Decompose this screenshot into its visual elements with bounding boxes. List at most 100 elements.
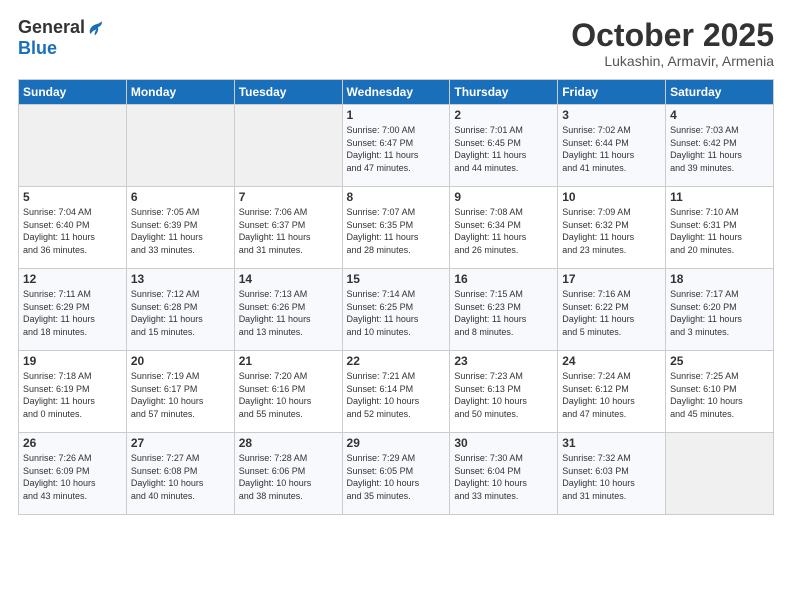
table-row: 1 Sunrise: 7:00 AM Sunset: 6:47 PM Daylig… [342,105,450,187]
day-info: Sunrise: 7:12 AM Sunset: 6:28 PM Dayligh… [131,288,230,338]
day-number: 18 [670,272,769,286]
day-number: 21 [239,354,338,368]
day-info: Sunrise: 7:29 AM Sunset: 6:05 PM Dayligh… [347,452,446,502]
day-info: Sunrise: 7:23 AM Sunset: 6:13 PM Dayligh… [454,370,553,420]
table-row: 25 Sunrise: 7:25 AM Sunset: 6:10 PM Dayli… [666,351,774,433]
col-wednesday: Wednesday [342,80,450,105]
table-row: 6 Sunrise: 7:05 AM Sunset: 6:39 PM Daylig… [126,187,234,269]
day-info: Sunrise: 7:21 AM Sunset: 6:14 PM Dayligh… [347,370,446,420]
table-row: 7Sunrise: 7:06 AM Sunset: 6:37 PM Daylig… [234,187,342,269]
calendar-page: General Blue October 2025 Lukashin, Arma… [0,0,792,612]
table-row: 4 Sunrise: 7:03 AM Sunset: 6:42 PM Daylig… [666,105,774,187]
day-number: 19 [23,354,122,368]
day-info: Sunrise: 7:04 AM Sunset: 6:40 PM Dayligh… [23,206,122,256]
day-info: Sunrise: 7:24 AM Sunset: 6:12 PM Dayligh… [562,370,661,420]
table-row: 12Sunrise: 7:11 AM Sunset: 6:29 PM Dayli… [19,269,127,351]
day-number: 13 [131,272,230,286]
day-info: Sunrise: 7:07 AM Sunset: 6:35 PM Dayligh… [347,206,446,256]
day-number: 6 [131,190,230,204]
day-info: Sunrise: 7:17 AM Sunset: 6:20 PM Dayligh… [670,288,769,338]
day-number: 29 [347,436,446,450]
col-friday: Friday [558,80,666,105]
table-row: 20 Sunrise: 7:19 AM Sunset: 6:17 PM Dayli… [126,351,234,433]
table-row: 11 Sunrise: 7:10 AM Sunset: 6:31 PM Dayli… [666,187,774,269]
day-number: 4 [670,108,769,122]
logo: General Blue [18,18,104,59]
day-info: Sunrise: 7:10 AM Sunset: 6:31 PM Dayligh… [670,206,769,256]
table-row: 28 Sunrise: 7:28 AM Sunset: 6:06 PM Dayli… [234,433,342,515]
calendar-table: Sunday Monday Tuesday Wednesday Thursday… [18,79,774,515]
day-info: Sunrise: 7:05 AM Sunset: 6:39 PM Dayligh… [131,206,230,256]
day-number: 26 [23,436,122,450]
day-info: Sunrise: 7:15 AM Sunset: 6:23 PM Dayligh… [454,288,553,338]
col-sunday: Sunday [19,80,127,105]
day-number: 28 [239,436,338,450]
table-row: 21Sunrise: 7:20 AM Sunset: 6:16 PM Dayli… [234,351,342,433]
day-info: Sunrise: 7:03 AM Sunset: 6:42 PM Dayligh… [670,124,769,174]
col-monday: Monday [126,80,234,105]
day-info: Sunrise: 7:00 AM Sunset: 6:47 PM Dayligh… [347,124,446,174]
table-row: 29 Sunrise: 7:29 AM Sunset: 6:05 PM Dayli… [342,433,450,515]
table-row [126,105,234,187]
table-row: 27 Sunrise: 7:27 AM Sunset: 6:08 PM Dayli… [126,433,234,515]
col-thursday: Thursday [450,80,558,105]
day-info: Sunrise: 7:16 AM Sunset: 6:22 PM Dayligh… [562,288,661,338]
logo-text: General Blue [18,18,104,59]
day-number: 7 [239,190,338,204]
day-number: 20 [131,354,230,368]
day-info: Sunrise: 7:19 AM Sunset: 6:17 PM Dayligh… [131,370,230,420]
day-info: Sunrise: 7:25 AM Sunset: 6:10 PM Dayligh… [670,370,769,420]
table-row: 18 Sunrise: 7:17 AM Sunset: 6:20 PM Dayli… [666,269,774,351]
calendar-week-row: 5 Sunrise: 7:04 AM Sunset: 6:40 PM Daylig… [19,187,774,269]
calendar-week-row: 12Sunrise: 7:11 AM Sunset: 6:29 PM Dayli… [19,269,774,351]
day-number: 27 [131,436,230,450]
table-row: 8 Sunrise: 7:07 AM Sunset: 6:35 PM Daylig… [342,187,450,269]
table-row: 16 Sunrise: 7:15 AM Sunset: 6:23 PM Dayli… [450,269,558,351]
day-number: 16 [454,272,553,286]
table-row: 31Sunrise: 7:32 AM Sunset: 6:03 PM Dayli… [558,433,666,515]
day-info: Sunrise: 7:01 AM Sunset: 6:45 PM Dayligh… [454,124,553,174]
day-info: Sunrise: 7:02 AM Sunset: 6:44 PM Dayligh… [562,124,661,174]
day-info: Sunrise: 7:28 AM Sunset: 6:06 PM Dayligh… [239,452,338,502]
calendar-week-row: 1 Sunrise: 7:00 AM Sunset: 6:47 PM Daylig… [19,105,774,187]
day-number: 5 [23,190,122,204]
title-block: October 2025 Lukashin, Armavir, Armenia [571,18,774,69]
month-title: October 2025 [571,18,774,53]
day-number: 2 [454,108,553,122]
day-info: Sunrise: 7:18 AM Sunset: 6:19 PM Dayligh… [23,370,122,420]
table-row [19,105,127,187]
day-number: 25 [670,354,769,368]
table-row: 17 Sunrise: 7:16 AM Sunset: 6:22 PM Dayli… [558,269,666,351]
col-saturday: Saturday [666,80,774,105]
day-info: Sunrise: 7:08 AM Sunset: 6:34 PM Dayligh… [454,206,553,256]
col-tuesday: Tuesday [234,80,342,105]
day-number: 24 [562,354,661,368]
day-number: 1 [347,108,446,122]
table-row: 5 Sunrise: 7:04 AM Sunset: 6:40 PM Daylig… [19,187,127,269]
day-number: 30 [454,436,553,450]
day-number: 11 [670,190,769,204]
day-number: 9 [454,190,553,204]
calendar-week-row: 26 Sunrise: 7:26 AM Sunset: 6:09 PM Dayli… [19,433,774,515]
logo-blue: Blue [18,38,57,58]
day-number: 31 [562,436,661,450]
header: General Blue October 2025 Lukashin, Arma… [18,18,774,69]
table-row: 15Sunrise: 7:14 AM Sunset: 6:25 PM Dayli… [342,269,450,351]
day-number: 8 [347,190,446,204]
logo-general: General [18,17,85,37]
day-number: 14 [239,272,338,286]
calendar-header-row: Sunday Monday Tuesday Wednesday Thursday… [19,80,774,105]
day-info: Sunrise: 7:27 AM Sunset: 6:08 PM Dayligh… [131,452,230,502]
logo-bird-icon [86,19,104,37]
location: Lukashin, Armavir, Armenia [571,53,774,69]
table-row: 3Sunrise: 7:02 AM Sunset: 6:44 PM Daylig… [558,105,666,187]
table-row: 30Sunrise: 7:30 AM Sunset: 6:04 PM Dayli… [450,433,558,515]
day-number: 17 [562,272,661,286]
table-row [666,433,774,515]
calendar-week-row: 19 Sunrise: 7:18 AM Sunset: 6:19 PM Dayli… [19,351,774,433]
day-info: Sunrise: 7:26 AM Sunset: 6:09 PM Dayligh… [23,452,122,502]
day-number: 15 [347,272,446,286]
table-row: 26 Sunrise: 7:26 AM Sunset: 6:09 PM Dayli… [19,433,127,515]
table-row: 13 Sunrise: 7:12 AM Sunset: 6:28 PM Dayli… [126,269,234,351]
day-number: 23 [454,354,553,368]
